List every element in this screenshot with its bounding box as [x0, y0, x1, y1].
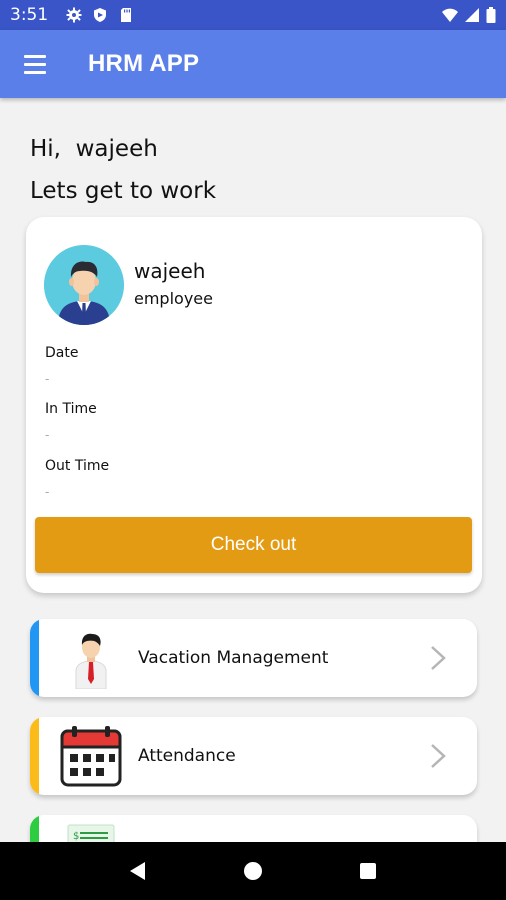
status-time: 3:51 — [10, 5, 49, 25]
calendar-icon — [60, 726, 122, 787]
status-icons-left — [66, 7, 134, 23]
card-label: Vacation Management — [138, 648, 329, 668]
recents-icon[interactable] — [348, 851, 388, 891]
out-time-value: - — [45, 484, 50, 499]
navigation-bar — [0, 842, 506, 900]
card-accent — [30, 717, 39, 795]
status-bar: 3:51 — [0, 0, 506, 30]
signal-icon — [465, 8, 479, 22]
app-bar: HRM APP — [0, 30, 506, 98]
wifi-icon — [442, 8, 458, 22]
battery-icon — [486, 7, 496, 23]
chevron-right-icon — [431, 744, 446, 768]
in-time-value: - — [45, 427, 50, 442]
businessman-icon — [75, 633, 107, 689]
menu-card-vacation-management[interactable]: Vacation Management — [30, 619, 477, 697]
status-icons-right — [442, 7, 496, 23]
card-label: Attendance — [138, 746, 236, 766]
out-time-label: Out Time — [45, 458, 110, 474]
greeting-hello: Hi, wajeeh — [30, 136, 158, 162]
profile-card: wajeeh employee Date - In Time - Out Tim… — [26, 217, 482, 593]
card-accent — [30, 619, 39, 697]
user-name: wajeeh — [134, 259, 206, 283]
shield-icon — [94, 8, 107, 22]
back-icon[interactable] — [118, 851, 158, 891]
home-icon[interactable] — [233, 851, 273, 891]
menu-card-attendance[interactable]: Attendance — [30, 717, 477, 795]
date-label: Date — [45, 345, 79, 361]
gear-icon — [66, 7, 82, 23]
user-role: employee — [134, 289, 213, 308]
greeting-subtitle: Lets get to work — [30, 178, 217, 204]
sd-card-icon — [121, 8, 132, 22]
greeting: Hi, wajeeh Lets get to work — [30, 128, 216, 212]
in-time-label: In Time — [45, 401, 97, 417]
app-title: HRM APP — [88, 50, 200, 77]
svg-text:$: $ — [73, 831, 79, 842]
check-out-button[interactable]: Check out — [35, 517, 472, 573]
hamburger-menu-icon[interactable] — [10, 39, 60, 89]
date-value: - — [45, 371, 50, 386]
chevron-right-icon — [431, 646, 446, 670]
employee-avatar-icon — [44, 245, 124, 325]
